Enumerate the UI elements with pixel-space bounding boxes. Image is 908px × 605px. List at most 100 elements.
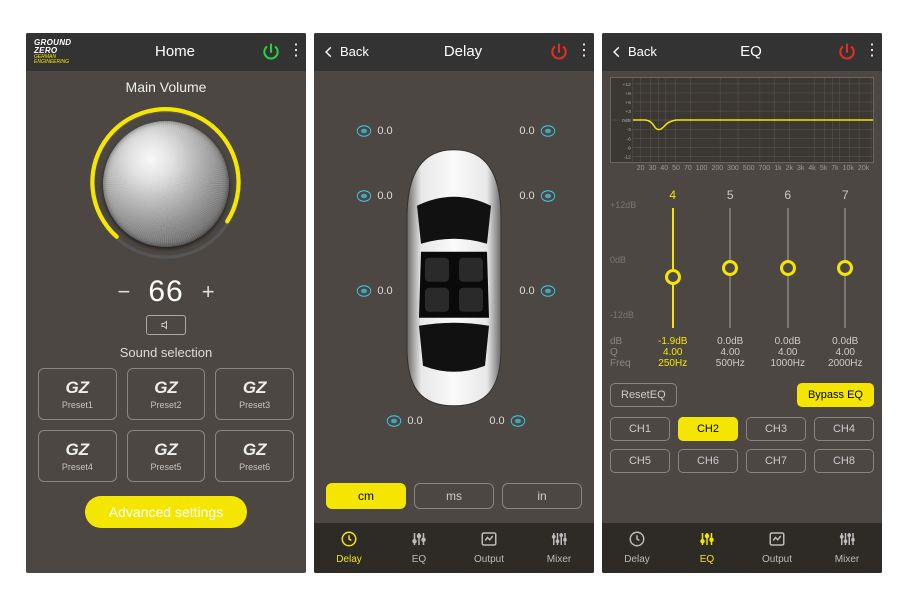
mixer-icon: [838, 530, 856, 551]
menu-dots-icon[interactable]: ⋮: [858, 48, 874, 54]
svg-text:-3: -3: [626, 127, 631, 133]
power-button[interactable]: [260, 41, 282, 63]
slider-thumb[interactable]: [665, 269, 681, 285]
channel-button-ch2[interactable]: CH2: [678, 417, 738, 441]
unit-button-cm[interactable]: cm: [326, 483, 406, 509]
eq-response-graph: +12+9+6+30dB-3-6-9-12: [610, 77, 874, 163]
band-slider[interactable]: [672, 208, 674, 328]
brand-logo: GROUND ZERO GERMAN ENGINEERING: [34, 39, 90, 65]
volume-knob[interactable]: [81, 99, 251, 269]
band-slider[interactable]: [729, 208, 731, 328]
menu-dots-icon[interactable]: ⋮: [282, 48, 298, 54]
eq-icon: [698, 530, 716, 551]
tab-mixer[interactable]: Mixer: [524, 523, 594, 573]
tab-eq[interactable]: EQ: [672, 523, 742, 573]
param-freq-band-7[interactable]: 2000Hz: [817, 358, 875, 369]
speaker-3[interactable]: 0.0: [352, 188, 396, 204]
speaker-8[interactable]: 0.0: [486, 413, 530, 429]
preset-button-5[interactable]: GZPreset5: [127, 430, 206, 482]
tab-label: Delay: [624, 554, 650, 565]
band-number: 7: [842, 188, 849, 202]
bypass-eq-button[interactable]: Bypass EQ: [797, 383, 874, 407]
back-label: Back: [340, 44, 369, 59]
tab-label: EQ: [700, 554, 714, 565]
svg-text:-12: -12: [624, 154, 631, 160]
volume-plus-button[interactable]: +: [202, 279, 215, 305]
param-q-band-6[interactable]: 4.00: [759, 347, 817, 358]
band-slider[interactable]: [844, 208, 846, 328]
speaker-4[interactable]: 0.0: [516, 188, 560, 204]
speaker-2[interactable]: 0.0: [516, 123, 560, 139]
param-freq-band-4[interactable]: 250Hz: [644, 358, 702, 369]
param-freq-band-5[interactable]: 500Hz: [702, 358, 760, 369]
slider-thumb[interactable]: [722, 260, 738, 276]
eq-band-5: 5: [702, 188, 760, 328]
output-icon: [480, 530, 498, 551]
speaker-5[interactable]: 0.0: [352, 283, 396, 299]
slider-thumb[interactable]: [780, 260, 796, 276]
mute-button[interactable]: [146, 315, 186, 335]
param-freq-band-6[interactable]: 1000Hz: [759, 358, 817, 369]
preset-logo: GZ: [243, 440, 267, 460]
preset-label: Preset4: [62, 462, 93, 472]
svg-text:+9: +9: [625, 90, 631, 96]
tab-label: Output: [474, 554, 504, 565]
tab-delay[interactable]: Delay: [602, 523, 672, 573]
channel-button-ch7[interactable]: CH7: [746, 449, 806, 473]
param-db-band-6[interactable]: 0.0dB: [759, 336, 817, 347]
band-slider[interactable]: [787, 208, 789, 328]
speaker-1[interactable]: 0.0: [352, 123, 396, 139]
reset-eq-button[interactable]: ResetEQ: [610, 383, 677, 407]
param-db-band-7[interactable]: 0.0dB: [817, 336, 875, 347]
preset-button-1[interactable]: GZPreset1: [38, 368, 117, 420]
tab-output[interactable]: Output: [742, 523, 812, 573]
header: Back EQ ⋮: [602, 33, 882, 71]
speaker-delay-value: 0.0: [519, 190, 534, 202]
tab-label: Delay: [336, 554, 362, 565]
channel-button-ch5[interactable]: CH5: [610, 449, 670, 473]
page-title: Home: [90, 43, 260, 60]
channel-button-ch8[interactable]: CH8: [814, 449, 874, 473]
speaker-delay-value: 0.0: [519, 125, 534, 137]
power-button[interactable]: [836, 41, 858, 63]
param-label-db: dB: [610, 336, 644, 347]
menu-dots-icon[interactable]: ⋮: [570, 48, 586, 54]
unit-button-ms[interactable]: ms: [414, 483, 494, 509]
volume-minus-button[interactable]: −: [117, 279, 130, 305]
back-button[interactable]: Back: [322, 44, 378, 59]
param-q-band-7[interactable]: 4.00: [817, 347, 875, 358]
preset-button-3[interactable]: GZPreset3: [215, 368, 294, 420]
tab-delay[interactable]: Delay: [314, 523, 384, 573]
param-q-band-5[interactable]: 4.00: [702, 347, 760, 358]
param-q-band-4[interactable]: 4.00: [644, 347, 702, 358]
preset-label: Preset1: [62, 400, 93, 410]
power-button[interactable]: [548, 41, 570, 63]
param-db-band-5[interactable]: 0.0dB: [702, 336, 760, 347]
tab-eq[interactable]: EQ: [384, 523, 454, 573]
svg-text:+3: +3: [625, 109, 631, 115]
speaker-7[interactable]: 0.0: [382, 413, 426, 429]
preset-logo: GZ: [243, 378, 267, 398]
preset-button-6[interactable]: GZ Preset6: [215, 430, 294, 482]
delay-icon: [340, 530, 358, 551]
svg-text:0dB: 0dB: [622, 118, 632, 124]
channel-button-ch6[interactable]: CH6: [678, 449, 738, 473]
channel-button-ch4[interactable]: CH4: [814, 417, 874, 441]
preset-button-4[interactable]: GZPreset4: [38, 430, 117, 482]
preset-label: Preset6: [239, 462, 270, 472]
channel-button-ch3[interactable]: CH3: [746, 417, 806, 441]
slider-mid-label: 0dB: [610, 255, 644, 265]
tab-mixer[interactable]: Mixer: [812, 523, 882, 573]
channel-button-ch1[interactable]: CH1: [610, 417, 670, 441]
preset-button-2[interactable]: GZPreset2: [127, 368, 206, 420]
header: GROUND ZERO GERMAN ENGINEERING Home ⋮: [26, 33, 306, 71]
advanced-settings-button[interactable]: Advanced settings: [85, 496, 247, 528]
unit-button-in[interactable]: in: [502, 483, 582, 509]
tab-output[interactable]: Output: [454, 523, 524, 573]
eq-band-7: 7: [817, 188, 875, 328]
back-button[interactable]: Back: [610, 44, 666, 59]
speaker-delay-value: 0.0: [519, 285, 534, 297]
param-db-band-4[interactable]: -1.9dB: [644, 336, 702, 347]
speaker-6[interactable]: 0.0: [516, 283, 560, 299]
slider-thumb[interactable]: [837, 260, 853, 276]
